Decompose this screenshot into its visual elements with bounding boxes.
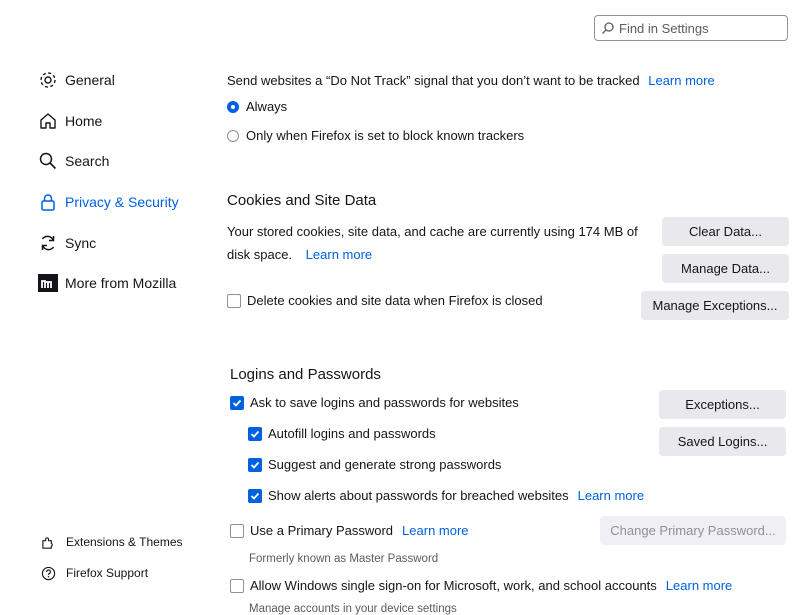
search-box[interactable] — [594, 15, 788, 41]
primary-password-option[interactable]: Use a Primary Password Learn more — [230, 523, 469, 538]
clear-data-button[interactable]: Clear Data... — [662, 217, 789, 246]
nav-general[interactable]: General — [37, 66, 179, 94]
autofill-checkbox[interactable] — [248, 426, 262, 441]
mozilla-icon — [37, 272, 59, 294]
nav-more-from-mozilla-label: More from Mozilla — [65, 275, 177, 292]
breach-alerts-learn-more-link[interactable]: Learn more — [578, 488, 644, 503]
logins-exceptions-button[interactable]: Exceptions... — [659, 390, 786, 419]
change-primary-password-button[interactable]: Change Primary Password... — [600, 516, 786, 545]
ask-save-logins-checkbox[interactable] — [230, 395, 244, 410]
delete-cookies-label: Delete cookies and site data when Firefo… — [247, 293, 543, 308]
cookies-usage-line2: disk space. Learn more — [227, 247, 372, 262]
autofill-option[interactable]: Autofill logins and passwords — [248, 426, 436, 441]
checkmark-icon — [250, 492, 260, 500]
logins-section-title: Logins and Passwords — [230, 366, 381, 383]
dnt-only-when-radio[interactable] — [227, 129, 239, 142]
nav-search-label: Search — [65, 153, 110, 170]
ask-save-logins-label: Ask to save logins and passwords for web… — [250, 395, 519, 410]
checkmark-icon — [250, 461, 260, 469]
dnt-always-label: Always — [246, 99, 288, 114]
puzzle-icon — [40, 534, 56, 550]
dnt-description: Send websites a “Do Not Track” signal th… — [227, 73, 715, 88]
breach-alerts-label: Show alerts about passwords for breached… — [268, 488, 569, 503]
gear-icon — [37, 69, 59, 91]
extensions-themes-link[interactable]: Extensions & Themes — [40, 534, 183, 550]
ask-save-logins-option[interactable]: Ask to save logins and passwords for web… — [230, 395, 519, 410]
primary-password-learn-more-link[interactable]: Learn more — [402, 523, 468, 538]
dnt-option-only-when[interactable]: Only when Firefox is set to block known … — [227, 128, 524, 143]
breach-alerts-option[interactable]: Show alerts about passwords for breached… — [248, 488, 644, 503]
manage-data-button[interactable]: Manage Data... — [662, 254, 789, 283]
suggest-passwords-checkbox[interactable] — [248, 457, 262, 472]
saved-logins-button[interactable]: Saved Logins... — [659, 427, 786, 456]
firefox-support-label: Firefox Support — [66, 566, 149, 580]
sync-icon — [37, 232, 59, 254]
search-input[interactable] — [615, 20, 787, 36]
nav-search[interactable]: Search — [37, 147, 179, 175]
extensions-themes-label: Extensions & Themes — [66, 535, 183, 549]
cookies-usage-line1: Your stored cookies, site data, and cach… — [227, 224, 638, 239]
windows-sso-option[interactable]: Allow Windows single sign-on for Microso… — [230, 578, 732, 593]
cookies-learn-more-link[interactable]: Learn more — [306, 247, 372, 262]
nav-sync[interactable]: Sync — [37, 229, 179, 257]
primary-password-checkbox[interactable] — [230, 523, 244, 538]
primary-password-label: Use a Primary Password — [250, 523, 394, 538]
cookies-usage-text: disk space. — [227, 247, 293, 262]
delete-cookies-checkbox[interactable] — [227, 293, 241, 308]
primary-password-note: Formerly known as Master Password — [249, 553, 439, 565]
nav-sync-label: Sync — [65, 234, 97, 251]
dnt-only-when-label: Only when Firefox is set to block known … — [246, 128, 525, 143]
search-icon — [601, 21, 615, 35]
delete-cookies-option[interactable]: Delete cookies and site data when Firefo… — [227, 293, 543, 308]
home-icon — [37, 110, 59, 132]
nav-privacy-security-label: Privacy & Security — [65, 194, 179, 211]
dnt-always-radio[interactable] — [227, 100, 239, 113]
dnt-text: Send websites a “Do Not Track” signal th… — [227, 73, 640, 88]
windows-sso-note: Manage accounts in your device settings — [249, 603, 457, 615]
nav-more-from-mozilla[interactable]: More from Mozilla — [37, 269, 179, 297]
suggest-passwords-option[interactable]: Suggest and generate strong passwords — [248, 457, 501, 472]
windows-sso-label: Allow Windows single sign-on for Microso… — [250, 578, 657, 593]
dnt-learn-more-link[interactable]: Learn more — [648, 73, 714, 88]
nav-home-label: Home — [65, 112, 103, 129]
nav-privacy-security[interactable]: Privacy & Security — [37, 188, 179, 216]
help-icon — [40, 565, 56, 581]
windows-sso-learn-more-link[interactable]: Learn more — [666, 578, 732, 593]
autofill-label: Autofill logins and passwords — [268, 426, 436, 441]
windows-sso-checkbox[interactable] — [230, 578, 244, 593]
suggest-passwords-label: Suggest and generate strong passwords — [268, 457, 502, 472]
firefox-support-link[interactable]: Firefox Support — [40, 565, 148, 581]
sidebar-nav: General Home Search Privacy & Security S… — [37, 66, 179, 297]
manage-exceptions-button[interactable]: Manage Exceptions... — [641, 291, 789, 320]
dnt-option-always[interactable]: Always — [227, 99, 287, 114]
breach-alerts-checkbox[interactable] — [248, 488, 262, 503]
nav-general-label: General — [65, 72, 115, 88]
magnifier-icon — [37, 150, 59, 172]
nav-home[interactable]: Home — [37, 107, 179, 135]
checkmark-icon — [232, 399, 242, 407]
lock-icon — [37, 191, 59, 213]
checkmark-icon — [250, 430, 260, 438]
cookies-section-title: Cookies and Site Data — [227, 192, 377, 209]
